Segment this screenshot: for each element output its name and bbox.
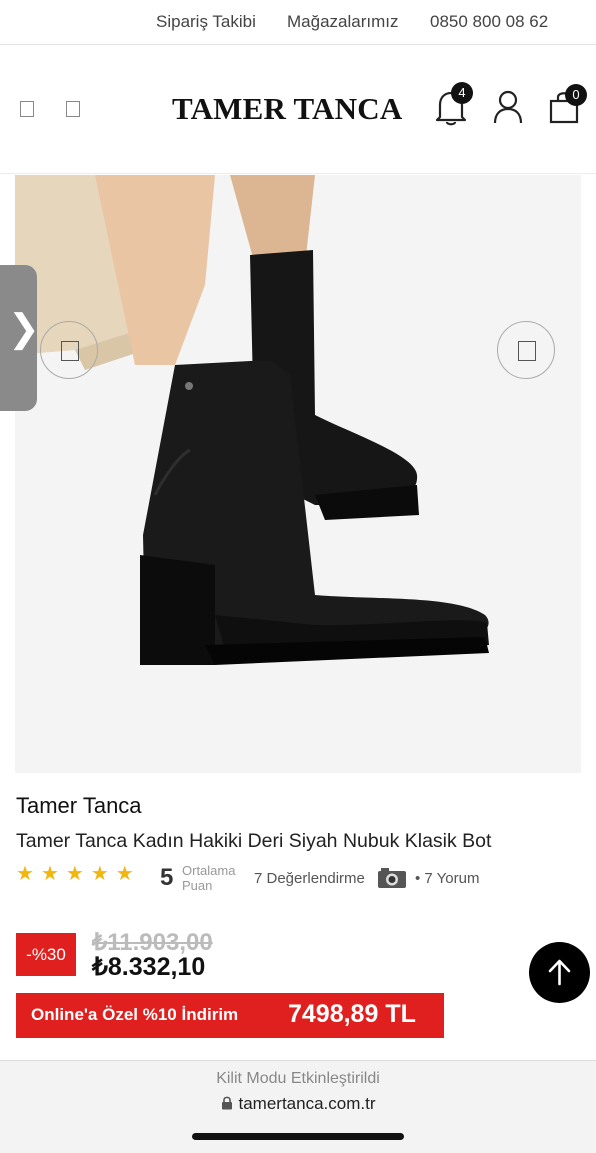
favorite-button[interactable] — [497, 321, 555, 379]
heart-icon — [518, 341, 536, 361]
star-icon: ★ — [65, 863, 84, 885]
star-icon: ★ — [90, 863, 109, 885]
menu-icon[interactable] — [20, 101, 34, 117]
camera-icon — [377, 867, 407, 894]
top-links-bar: Sipariş Takibi Mağazalarımız 0850 800 08… — [0, 0, 596, 45]
rating-score-label: Ortalama Puan — [182, 863, 236, 893]
promo-price: 7498,89 TL — [288, 1000, 416, 1028]
address-bar[interactable]: tamertanca.com.tr — [0, 1094, 596, 1114]
discount-badge: -%30 — [16, 933, 76, 976]
home-indicator[interactable] — [192, 1133, 404, 1140]
stores-link[interactable]: Mağazalarımız — [287, 12, 398, 32]
notification-count-badge: 4 — [451, 82, 473, 104]
compare-icon — [61, 341, 79, 361]
reviews-link[interactable]: 7 Değerlendirme — [254, 870, 365, 887]
site-header: TAMER TANCA 4 0 — [0, 45, 596, 174]
star-icon: ★ — [16, 863, 34, 885]
scroll-to-top-button[interactable] — [529, 942, 590, 1003]
site-logo[interactable]: TAMER TANCA — [172, 91, 402, 127]
lockdown-mode-message: Kilit Modu Etkinleştirildi — [216, 1070, 380, 1087]
product-brand[interactable]: Tamer Tanca — [16, 793, 142, 819]
phone-link[interactable]: 0850 800 08 62 — [430, 12, 548, 32]
comments-link[interactable]: • 7 Yorum — [415, 870, 479, 887]
star-icon: ★ — [115, 863, 134, 885]
order-tracking-link[interactable]: Sipariş Takibi — [156, 12, 256, 32]
promo-label: Online'a Özel %10 İndirim — [31, 1005, 239, 1024]
cart-count-badge: 0 — [565, 84, 587, 106]
url-text: tamertanca.com.tr — [238, 1094, 376, 1113]
lock-icon — [221, 1096, 232, 1110]
arrow-up-icon — [548, 959, 571, 986]
rating-score: 5 — [160, 864, 174, 891]
current-price: ₺8.332,10 — [92, 953, 206, 981]
search-icon[interactable] — [66, 101, 80, 117]
compare-button[interactable] — [40, 321, 98, 379]
star-icon: ★ — [40, 863, 59, 885]
user-account-icon[interactable] — [492, 89, 524, 125]
product-image[interactable] — [15, 175, 581, 773]
shopping-bag-icon[interactable]: 0 — [548, 84, 587, 125]
rating-stars[interactable]: ★ ★ ★ ★ ★ — [16, 864, 141, 885]
previous-image-tab[interactable]: ❯ — [0, 265, 40, 411]
browser-bottom-bar: Kilit Modu Etkinleştirildi tamertanca.co… — [0, 1060, 596, 1153]
online-discount-banner: Online'a Özel %10 İndirim 7498,89 TL — [16, 993, 444, 1038]
product-title: Tamer Tanca Kadın Hakiki Deri Siyah Nubu… — [16, 830, 492, 852]
notification-bell-icon[interactable]: 4 — [434, 82, 473, 127]
chevron-right-icon: ❯ — [8, 308, 40, 350]
